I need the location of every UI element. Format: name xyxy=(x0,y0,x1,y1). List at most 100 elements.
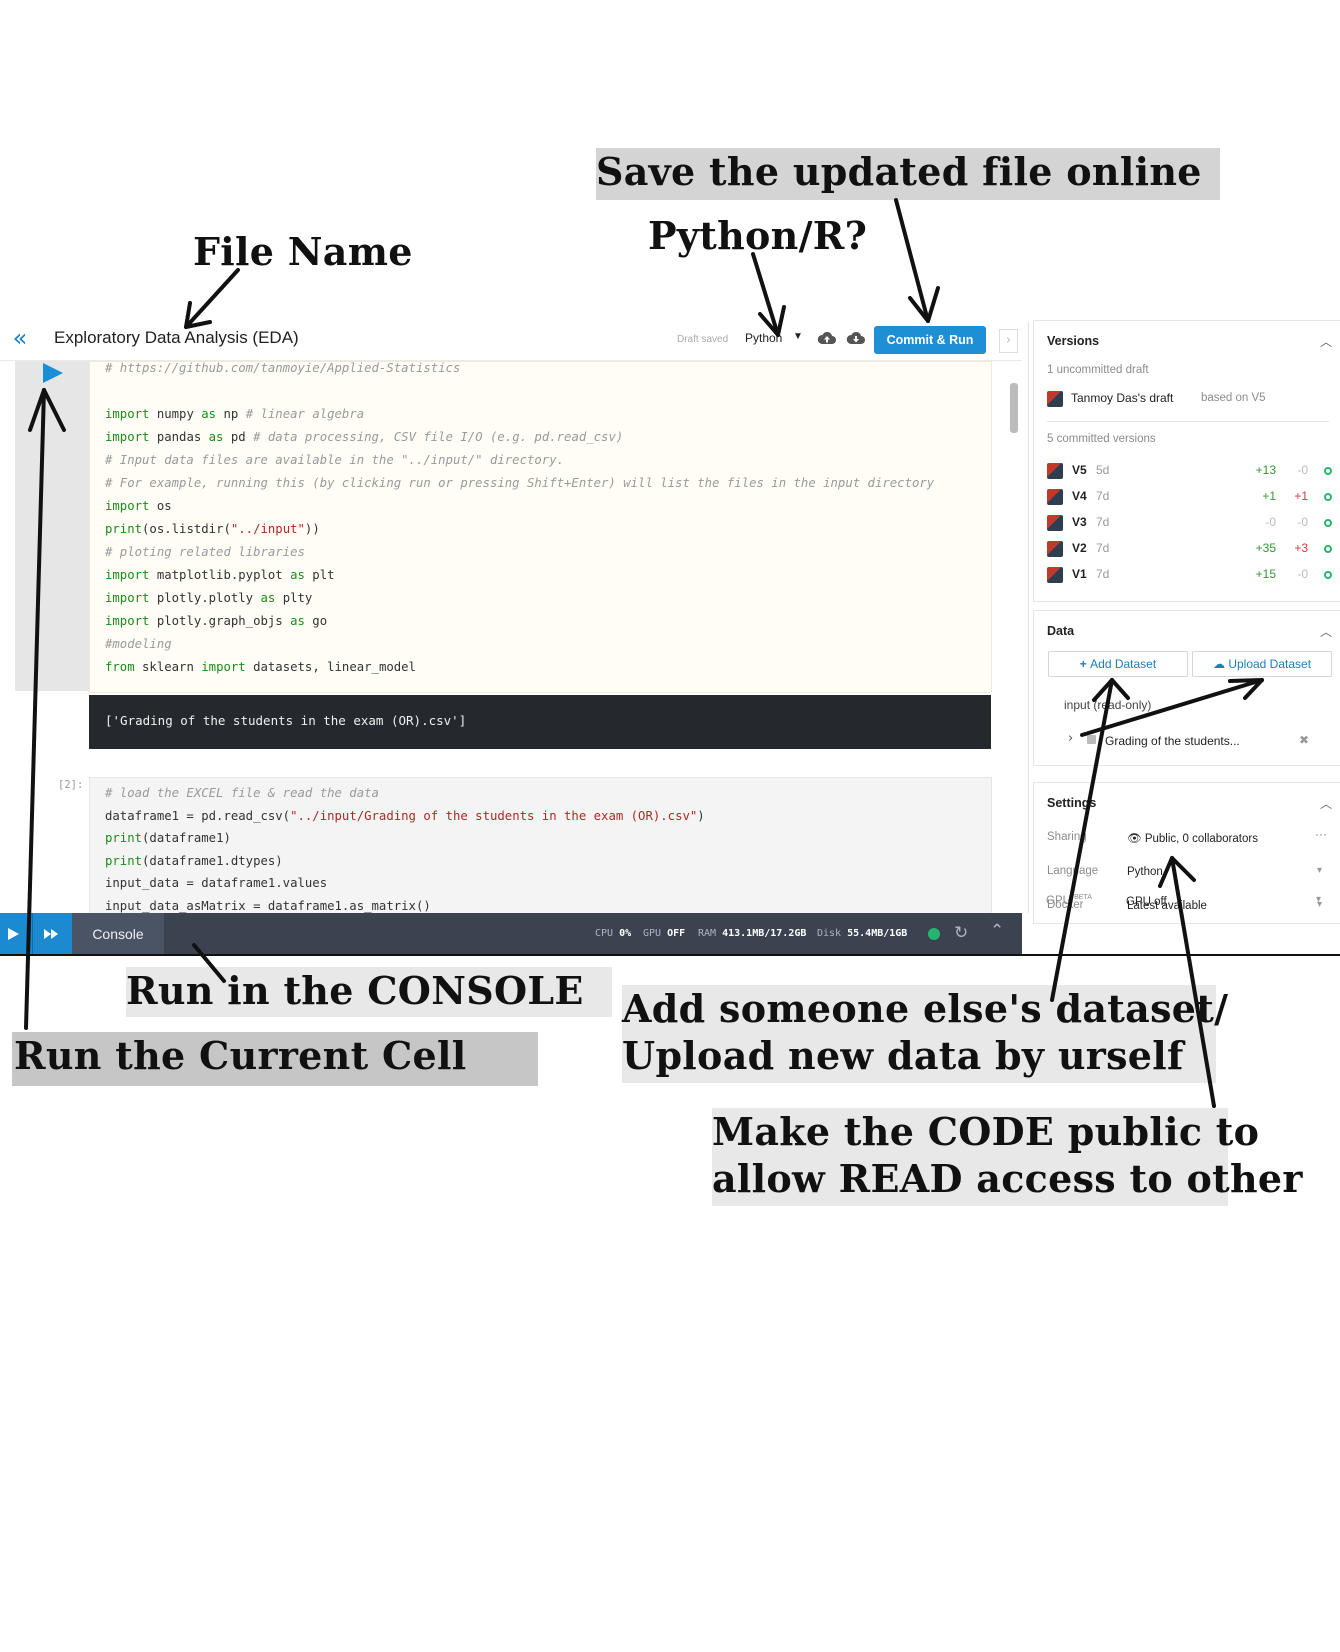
draft-owner[interactable]: Tanmoy Das's draft xyxy=(1071,391,1173,405)
scrollbar-thumb[interactable] xyxy=(1010,383,1018,433)
data-card: Data ︿ + Add Dataset ☁ Upload Dataset in… xyxy=(1033,610,1340,766)
annotation-file-name: File Name xyxy=(193,229,413,274)
code-line: from sklearn import datasets, linear_mod… xyxy=(105,660,416,674)
code-line: import plotly.plotly as plty xyxy=(105,591,313,605)
data-title: Data xyxy=(1047,624,1075,638)
version-row[interactable]: V2 7d +35 +3 xyxy=(1034,538,1340,560)
avatar xyxy=(1047,489,1063,505)
version-deletions: -0 xyxy=(1297,515,1308,529)
plus-icon: + xyxy=(1079,657,1091,671)
check-icon xyxy=(1324,519,1332,527)
ram-stat: RAM 413.1MB/17.2GB xyxy=(698,928,807,939)
input-label: input (read-only) xyxy=(1064,698,1152,712)
cloud-upload-icon[interactable] xyxy=(817,330,837,346)
version-row[interactable]: V5 5d +13 -0 xyxy=(1034,460,1340,482)
avatar xyxy=(1047,567,1063,583)
arrow xyxy=(894,198,930,323)
check-icon xyxy=(1324,545,1332,553)
cell-gutter xyxy=(15,361,89,691)
settings-title: Settings xyxy=(1047,796,1097,810)
run-button[interactable] xyxy=(0,913,32,955)
avatar xyxy=(1047,515,1063,531)
collapse-sidebar-icon[interactable]: « xyxy=(8,326,32,350)
language-select[interactable]: Python xyxy=(745,331,782,345)
chevron-up-icon[interactable]: ⌃ xyxy=(990,921,1004,941)
annotation-line: Upload new data by urself xyxy=(622,1033,1184,1078)
version-name: V5 xyxy=(1072,463,1087,477)
run-cell-icon[interactable] xyxy=(43,363,63,383)
notebook-title[interactable]: Exploratory Data Analysis (EDA) xyxy=(54,328,299,348)
arrow-head xyxy=(908,286,940,323)
chevron-right-icon[interactable]: › xyxy=(999,329,1018,353)
version-age: 7d xyxy=(1096,489,1110,503)
code-line: import matplotlib.pyplot as plt xyxy=(105,568,335,582)
chevron-up-icon[interactable]: ︿ xyxy=(1320,795,1332,812)
version-name: V3 xyxy=(1072,515,1087,529)
caret-down-icon[interactable]: ▾ xyxy=(1317,865,1322,876)
avatar xyxy=(1047,463,1063,479)
code-line: dataframe1 = pd.read_csv("../input/Gradi… xyxy=(105,808,705,823)
version-deletions: +1 xyxy=(1294,489,1308,503)
cloud-download-icon[interactable] xyxy=(846,330,866,346)
chevron-up-icon[interactable]: ︿ xyxy=(1320,333,1332,350)
gpu-value[interactable]: GPU off xyxy=(1126,896,1167,908)
version-additions: -0 xyxy=(1265,515,1276,529)
add-dataset-button[interactable]: + Add Dataset xyxy=(1048,651,1188,677)
code-line: print(dataframe1.dtypes) xyxy=(105,853,283,868)
disk-stat: Disk 55.4MB/1GB xyxy=(817,928,908,939)
annotation-public: Make the CODE public to allow READ acces… xyxy=(712,1108,1303,1206)
annotation-line: Add someone else's dataset/ xyxy=(622,986,1229,1031)
committed-label: 5 committed versions xyxy=(1047,433,1156,445)
output-text: ['Grading of the students in the exam (O… xyxy=(105,713,467,728)
code-line: print(dataframe1) xyxy=(105,831,231,845)
more-icon[interactable]: ··· xyxy=(1315,827,1327,841)
code-line: import os xyxy=(105,499,172,513)
version-name: V1 xyxy=(1072,567,1087,581)
version-age: 7d xyxy=(1096,515,1110,529)
version-additions: +13 xyxy=(1255,463,1276,477)
upload-dataset-button[interactable]: ☁ Upload Dataset xyxy=(1192,651,1332,677)
remove-icon[interactable]: ✖ xyxy=(1299,733,1309,747)
annotation-python-r: Python/R? xyxy=(648,213,868,258)
version-age: 5d xyxy=(1096,463,1110,477)
version-age: 7d xyxy=(1096,541,1110,555)
chevron-right-icon[interactable]: › xyxy=(1068,731,1073,746)
refresh-icon[interactable]: ↻ xyxy=(954,923,968,943)
notebook-body: # https://github.com/tanmoyie/Applied-St… xyxy=(0,361,1022,913)
version-row[interactable]: V3 7d -0 -0 xyxy=(1034,512,1340,534)
setting-label-language: Language xyxy=(1047,865,1099,877)
version-deletions: +3 xyxy=(1294,541,1308,555)
console-tab[interactable]: Console xyxy=(72,913,164,955)
based-on: based on V5 xyxy=(1201,392,1266,404)
run-all-button[interactable] xyxy=(32,913,73,955)
annotation-run-cell: Run the Current Cell xyxy=(12,1032,539,1086)
code-line: import plotly.graph_objs as go xyxy=(105,614,328,628)
dataset-file[interactable]: Grading of the students... xyxy=(1105,734,1240,748)
avatar xyxy=(1047,391,1063,407)
annotation-line: allow READ access to other xyxy=(712,1156,1303,1201)
code-line: print(os.listdir("../input")) xyxy=(105,522,320,536)
fast-forward-icon xyxy=(44,929,58,939)
cpu-stat: CPU 0% xyxy=(595,928,632,939)
sharing-value[interactable]: 👁 Public, 0 collaborators xyxy=(1127,831,1258,845)
play-icon xyxy=(8,928,19,940)
version-row[interactable]: V4 7d +1 +1 xyxy=(1034,486,1340,508)
version-row[interactable]: V1 7d +15 -0 xyxy=(1034,564,1340,586)
code-line: import numpy as np # linear algebra xyxy=(105,407,365,421)
right-panel: Versions ︿ 1 uncommitted draft Tanmoy Da… xyxy=(1028,320,1340,924)
check-icon xyxy=(1324,493,1332,501)
versions-title: Versions xyxy=(1047,334,1100,348)
status-dot xyxy=(928,928,940,940)
commit-run-button[interactable]: Commit & Run xyxy=(874,326,986,354)
caret-down-icon[interactable]: ▼ xyxy=(793,331,803,342)
caret-down-icon[interactable]: ▾ xyxy=(1316,894,1321,905)
code-line: #modeling xyxy=(105,637,172,651)
annotation-run-console: Run in the CONSOLE xyxy=(126,967,612,1017)
chevron-up-icon[interactable]: ︿ xyxy=(1320,623,1332,640)
code-line: # load the EXCEL file & read the data xyxy=(105,786,379,800)
language-value[interactable]: Python xyxy=(1127,866,1163,878)
annotation-add-dataset: Add someone else's dataset/ Upload new d… xyxy=(622,985,1229,1083)
notebook-header: « Exploratory Data Analysis (EDA) Draft … xyxy=(0,318,1022,361)
versions-card: Versions ︿ 1 uncommitted draft Tanmoy Da… xyxy=(1033,320,1340,602)
annotation-save-online: Save the updated file online xyxy=(596,148,1220,200)
